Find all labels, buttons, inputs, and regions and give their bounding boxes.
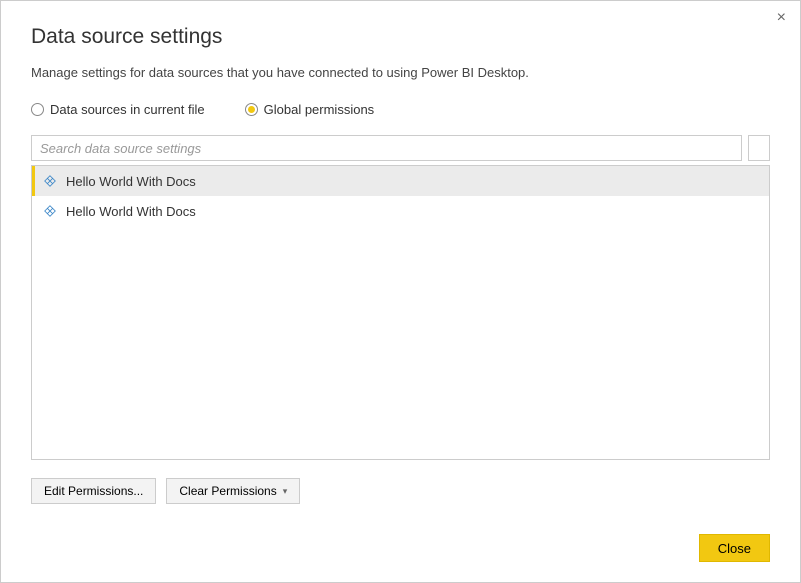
list-item[interactable]: Hello World With Docs xyxy=(32,196,769,226)
list-item-label: Hello World With Docs xyxy=(66,204,196,219)
radio-icon xyxy=(245,103,258,116)
button-label: Close xyxy=(718,541,751,556)
dialog-title: Data source settings xyxy=(31,25,770,49)
search-row: AZ xyxy=(31,135,770,161)
radio-label: Global permissions xyxy=(264,102,375,117)
scope-radio-group: Data sources in current file Global perm… xyxy=(31,102,770,117)
button-label: Edit Permissions... xyxy=(44,484,143,498)
radio-current-file[interactable]: Data sources in current file xyxy=(31,102,205,117)
data-source-settings-dialog: × Data source settings Manage settings f… xyxy=(0,0,801,583)
close-icon[interactable]: × xyxy=(777,9,786,27)
chevron-down-icon: ▾ xyxy=(283,486,288,497)
dialog-footer: Close xyxy=(699,534,770,562)
data-source-icon xyxy=(42,203,58,219)
edit-permissions-button[interactable]: Edit Permissions... xyxy=(31,478,156,504)
button-label: Clear Permissions xyxy=(179,484,276,498)
radio-global-permissions[interactable]: Global permissions xyxy=(245,102,375,117)
list-item[interactable]: Hello World With Docs xyxy=(32,166,769,196)
dialog-subtitle: Manage settings for data sources that yo… xyxy=(31,65,770,80)
action-buttons: Edit Permissions... Clear Permissions ▾ xyxy=(31,478,770,504)
radio-label: Data sources in current file xyxy=(50,102,205,117)
search-input[interactable] xyxy=(31,135,742,161)
sort-button[interactable]: AZ xyxy=(748,135,770,161)
close-button[interactable]: Close xyxy=(699,534,770,562)
data-source-list: Hello World With Docs Hello World With D… xyxy=(31,165,770,460)
list-item-label: Hello World With Docs xyxy=(66,174,196,189)
data-source-icon xyxy=(42,173,58,189)
clear-permissions-button[interactable]: Clear Permissions ▾ xyxy=(166,478,300,504)
radio-icon xyxy=(31,103,44,116)
